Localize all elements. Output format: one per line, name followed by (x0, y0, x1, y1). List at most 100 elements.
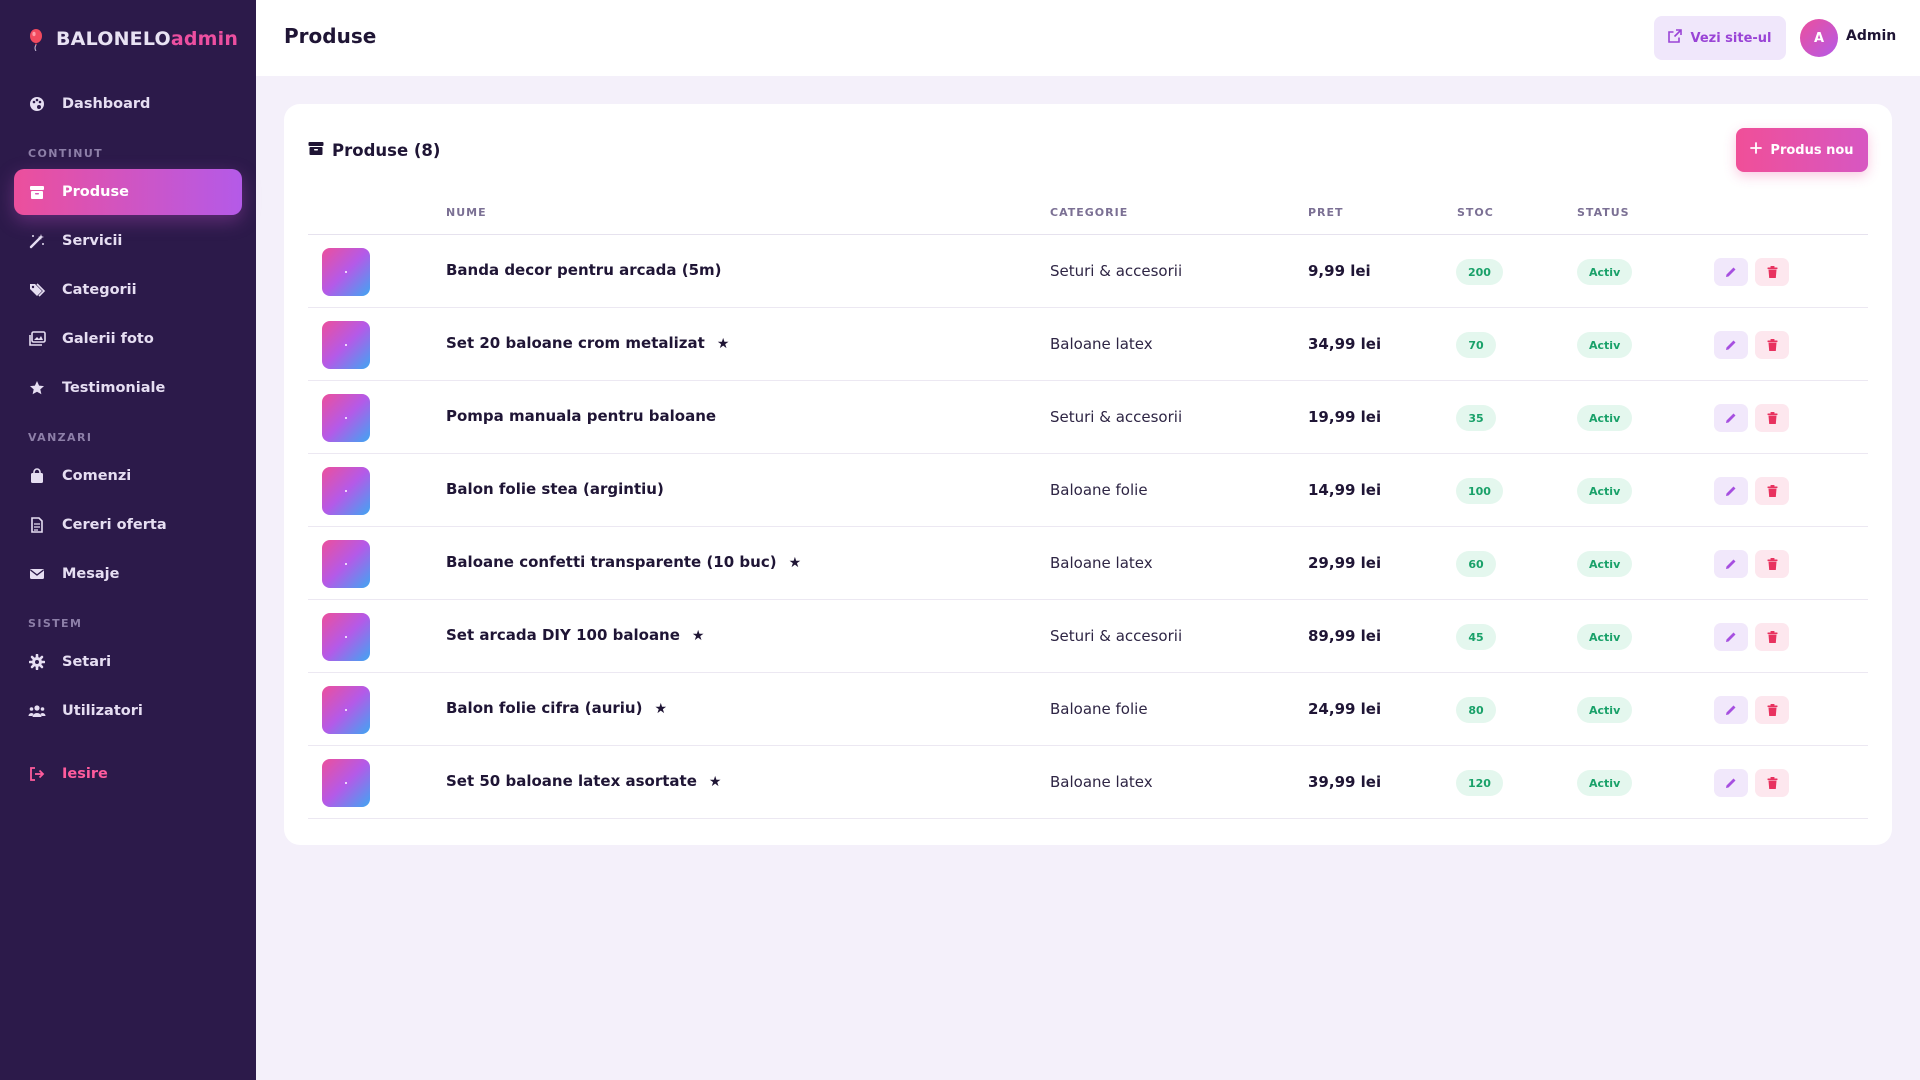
edit-button[interactable] (1714, 550, 1748, 578)
product-thumbnail[interactable] (322, 686, 370, 734)
user-name: Admin (1846, 28, 1897, 44)
thumbnail-dot (345, 344, 347, 346)
brand-logo[interactable]: BALONELOadmin (28, 28, 238, 52)
sidebar-item-label: Comenzi (62, 468, 132, 484)
edit-button[interactable] (1714, 623, 1748, 651)
product-name[interactable]: Pompa manuala pentru baloane (446, 407, 716, 425)
sidebar-item-label: Mesaje (62, 566, 120, 582)
new-product-label: Produs nou (1770, 142, 1854, 158)
delete-button[interactable] (1755, 769, 1789, 797)
product-thumbnail[interactable] (322, 321, 370, 369)
table-row[interactable]: Set 20 baloane crom metalizat ★ Baloane la… (308, 308, 1868, 381)
delete-button[interactable] (1755, 696, 1789, 724)
trash-icon (1767, 701, 1778, 720)
product-thumbnail[interactable] (322, 248, 370, 296)
product-price: 9,99 lei (1308, 262, 1371, 280)
delete-button[interactable] (1755, 404, 1789, 432)
edit-button[interactable] (1714, 696, 1748, 724)
sidebar-item-label: Dashboard (62, 96, 151, 112)
sidebar-item-cereri-oferta[interactable]: Cereri oferta (14, 502, 242, 548)
product-name[interactable]: Balon folie stea (argintiu) (446, 480, 664, 498)
topbar: Produse Vezi site-ul A Admin (256, 0, 1920, 76)
thumbnail-dot (345, 782, 347, 784)
product-price: 89,99 lei (1308, 627, 1382, 645)
card-title: Produse (8) (308, 140, 440, 160)
sidebar-item-produse[interactable]: Produse (14, 169, 242, 215)
new-product-button[interactable]: Produs nou (1736, 128, 1868, 172)
product-category: Baloane latex (1050, 335, 1153, 353)
sidebar-item-label: Galerii foto (62, 331, 154, 347)
trash-icon (1767, 482, 1778, 501)
magic-wand-icon (28, 232, 46, 250)
column-header-nume[interactable]: NUME (446, 206, 487, 219)
product-thumbnail[interactable] (322, 540, 370, 588)
table-row[interactable]: Set arcada DIY 100 baloane ★ Seturi & acce… (308, 600, 1868, 673)
product-thumbnail[interactable] (322, 467, 370, 515)
document-icon (28, 516, 46, 534)
sidebar-item-categorii[interactable]: Categorii (14, 267, 242, 313)
product-name[interactable]: Banda decor pentru arcada (5m) (446, 261, 722, 279)
users-icon (28, 702, 46, 720)
edit-button[interactable] (1714, 769, 1748, 797)
delete-button[interactable] (1755, 550, 1789, 578)
pencil-icon (1725, 409, 1737, 428)
stock-badge: 80 (1456, 697, 1496, 723)
sidebar-item-dashboard[interactable]: Dashboard (14, 81, 242, 127)
delete-button[interactable] (1755, 623, 1789, 651)
sidebar-item-label: Setari (62, 654, 112, 670)
featured-star-icon: ★ (708, 774, 722, 790)
sidebar-item-galerii-foto[interactable]: Galerii foto (14, 316, 242, 362)
product-thumbnail[interactable] (322, 759, 370, 807)
status-badge: Activ (1577, 259, 1633, 285)
delete-button[interactable] (1755, 331, 1789, 359)
product-name-text: Set arcada DIY 100 baloane (446, 626, 680, 644)
column-header-categorie[interactable]: CATEGORIE (1050, 206, 1128, 219)
edit-button[interactable] (1714, 258, 1748, 286)
avatar[interactable]: A (1800, 19, 1838, 57)
sidebar-item-testimoniale[interactable]: Testimoniale (14, 365, 242, 411)
product-name[interactable]: Set arcada DIY 100 baloane ★ (446, 626, 704, 644)
edit-button[interactable] (1714, 404, 1748, 432)
product-name[interactable]: Set 50 baloane latex asortate ★ (446, 772, 721, 790)
sidebar-item-label: Testimoniale (62, 380, 166, 396)
sidebar-item-servicii[interactable]: Servicii (14, 218, 242, 264)
product-name[interactable]: Baloane confetti transparente (10 buc) ★ (446, 553, 801, 571)
table-row[interactable]: Banda decor pentru arcada (5m) Seturi & a… (308, 235, 1868, 308)
product-category: Baloane folie (1050, 700, 1148, 718)
status-badge: Activ (1577, 770, 1633, 796)
sidebar-item-mesaje[interactable]: Mesaje (14, 551, 242, 597)
featured-star-icon: ★ (654, 701, 668, 717)
product-price: 14,99 lei (1308, 481, 1382, 499)
column-header-status[interactable]: STATUS (1577, 206, 1630, 219)
product-price: 29,99 lei (1308, 554, 1382, 572)
edit-button[interactable] (1714, 477, 1748, 505)
trash-icon (1767, 555, 1778, 574)
product-name[interactable]: Balon folie cifra (auriu) ★ (446, 699, 667, 717)
product-thumbnail[interactable] (322, 613, 370, 661)
sidebar-item-comenzi[interactable]: Comenzi (14, 453, 242, 499)
table-row[interactable]: Set 50 baloane latex asortate ★ Baloane la… (308, 746, 1868, 819)
table-row[interactable]: Balon folie cifra (auriu) ★ Baloane folie 2… (308, 673, 1868, 746)
envelope-icon (28, 565, 46, 583)
sidebar-item-iesire[interactable]: Iesire (14, 751, 242, 797)
trash-icon (1767, 774, 1778, 793)
delete-button[interactable] (1755, 258, 1789, 286)
product-thumbnail[interactable] (322, 394, 370, 442)
product-name[interactable]: Set 20 baloane crom metalizat ★ (446, 334, 729, 352)
product-price: 24,99 lei (1308, 700, 1382, 718)
thumbnail-dot (345, 563, 347, 565)
edit-button[interactable] (1714, 331, 1748, 359)
featured-star-icon: ★ (691, 628, 705, 644)
pencil-icon (1725, 555, 1737, 574)
view-site-button[interactable]: Vezi site-ul (1654, 16, 1786, 60)
table-row[interactable]: Balon folie stea (argintiu) Baloane folie… (308, 454, 1868, 527)
column-header-pret[interactable]: PRET (1308, 206, 1344, 219)
sidebar-item-utilizatori[interactable]: Utilizatori (14, 688, 242, 734)
delete-button[interactable] (1755, 477, 1789, 505)
table-row[interactable]: Pompa manuala pentru baloane Seturi & acc… (308, 381, 1868, 454)
sidebar-item-setari[interactable]: Setari (14, 639, 242, 685)
status-badge: Activ (1577, 405, 1633, 431)
table-row[interactable]: Baloane confetti transparente (10 buc) ★ B… (308, 527, 1868, 600)
column-header-stoc[interactable]: STOC (1457, 206, 1494, 219)
pencil-icon (1725, 263, 1737, 282)
